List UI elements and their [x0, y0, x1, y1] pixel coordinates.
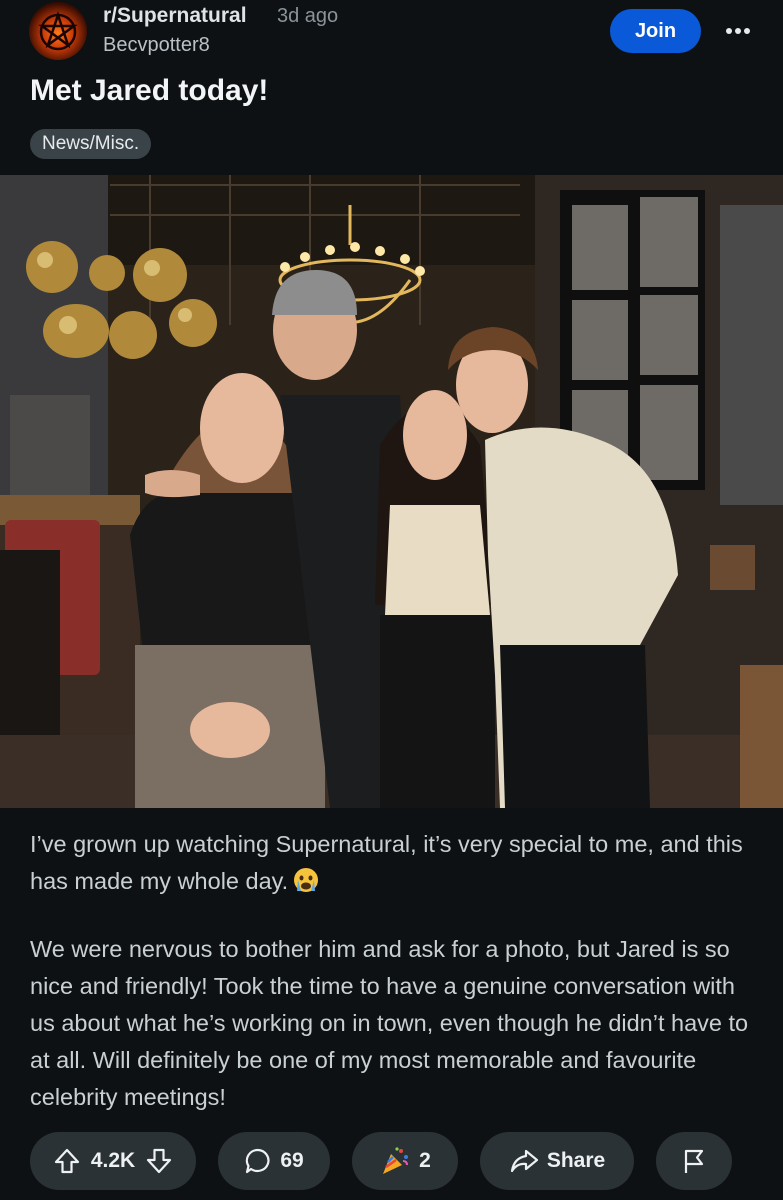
pentagram-icon: [38, 11, 78, 51]
post-paragraph: I’ve grown up watching Supernatural, it’…: [30, 826, 755, 905]
vote-count: 4.2K: [90, 1149, 136, 1172]
share-label: Share: [546, 1149, 606, 1172]
report-button[interactable]: [656, 1132, 732, 1190]
author-username[interactable]: Becvpotter8: [103, 34, 210, 57]
downvote-icon[interactable]: [145, 1147, 173, 1175]
post-title[interactable]: Met Jared today!: [30, 74, 268, 108]
action-bar: 4.2K 69 2 Share: [0, 1132, 783, 1190]
upvote-icon[interactable]: [53, 1147, 81, 1175]
post-image[interactable]: [0, 175, 783, 808]
more-icon: [726, 28, 750, 34]
post-body: I’ve grown up watching Supernatural, it’…: [30, 826, 755, 1142]
report-flag-icon: [681, 1147, 707, 1175]
post-age: 3d ago: [277, 5, 339, 27]
more-options-button[interactable]: [718, 14, 758, 48]
subreddit-name[interactable]: r/Supernatural: [103, 4, 247, 28]
crying-face-icon: [292, 866, 320, 905]
share-icon: [509, 1147, 539, 1175]
award-button[interactable]: 2: [352, 1132, 458, 1190]
post-paragraph: We were nervous to bother him and ask fo…: [30, 936, 749, 1110]
share-button[interactable]: Share: [480, 1132, 634, 1190]
award-count: 2: [419, 1149, 431, 1172]
post-flair[interactable]: News/Misc.: [30, 129, 152, 159]
vote-pill: 4.2K: [30, 1132, 196, 1190]
join-button[interactable]: Join: [610, 9, 701, 53]
award-icon: [379, 1145, 411, 1177]
post-header: r/Supernatural 3d ago Becvpotter8 Join: [0, 0, 783, 70]
comments-button[interactable]: 69: [218, 1132, 330, 1190]
comment-icon: [244, 1147, 272, 1175]
subreddit-avatar[interactable]: [29, 2, 87, 60]
comment-count: 69: [280, 1149, 304, 1172]
